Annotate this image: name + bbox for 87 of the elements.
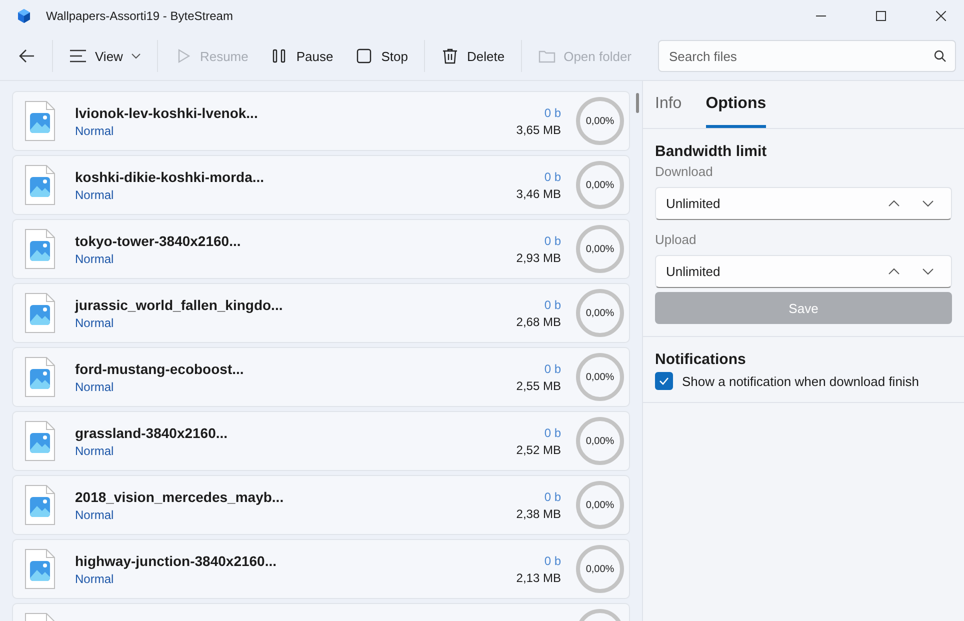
- number-spinner[interactable]: Unlimited: [655, 255, 952, 288]
- chevron-up-icon: [888, 268, 900, 275]
- download-card[interactable]: grassland-3840x2160... Normal 0 b 2,52 MB 0,00%: [12, 411, 630, 471]
- toolbar-button[interactable]: Pause: [260, 38, 344, 74]
- file-name: koshki-dikie-koshki-morda...: [75, 168, 266, 184]
- file-name: jurassic_world_fallen_kingdo...: [75, 296, 284, 312]
- download-card[interactable]: ford-mustang-ecoboost... Normal 0 b 2,55 MB 0,00%: [12, 347, 630, 407]
- downloaded-size: 0 b: [544, 170, 561, 184]
- download-card[interactable]: 2018_vision_mercedes_mayb... Normal 0 b 2,38 MB 0,00%: [12, 475, 630, 535]
- downloaded-size: 0 b: [544, 490, 561, 504]
- file-size: 2,68 MB: [516, 314, 561, 328]
- image-file-icon: [25, 357, 55, 397]
- image-file-icon: [25, 229, 55, 269]
- download-card[interactable]: jurassic_world_fallen_kingdo... Normal 0 b 2,68 MB 0,00%: [12, 283, 630, 343]
- downloaded-size: 0 b: [544, 106, 561, 120]
- caret-icon: [130, 53, 141, 59]
- progress-percent: 0,00%: [586, 308, 614, 318]
- number-spinner[interactable]: Unlimited: [655, 187, 952, 220]
- toolbar-button[interactable]: Stop: [345, 38, 418, 74]
- priority-label: Normal: [75, 252, 115, 266]
- back-arrow-icon: [18, 47, 36, 65]
- checkbox[interactable]: [655, 372, 673, 390]
- image-file-icon: [25, 101, 55, 141]
- downloaded-size: 0 b: [544, 554, 561, 568]
- priority-label: Normal: [75, 572, 115, 586]
- file-name: grassland-3840x2160...: [75, 424, 229, 440]
- file-size: 3,46 MB: [516, 186, 561, 200]
- priority-label: Normal: [75, 508, 115, 522]
- file-size: 2,93 MB: [516, 250, 561, 264]
- progress-percent: 0,00%: [586, 372, 614, 382]
- priority-label: Normal: [75, 380, 115, 394]
- progress-percent: 0,00%: [586, 500, 614, 510]
- file-size: 3,65 MB: [516, 122, 561, 136]
- image-file-icon: [25, 485, 55, 525]
- close-icon: [936, 11, 946, 21]
- chevron-down-icon: [922, 268, 934, 275]
- image-file-icon: [25, 549, 55, 589]
- search-icon: [934, 50, 946, 62]
- maximize-icon: [876, 11, 886, 21]
- progress-percent: 0,00%: [586, 244, 614, 254]
- progress-percent: 0,00%: [586, 436, 614, 446]
- downloaded-size: 0 b: [544, 362, 561, 376]
- toolbar-button[interactable]: Delete: [431, 38, 515, 74]
- downloaded-size: 0 b: [544, 426, 561, 440]
- window-title: Wallpapers-Assorti19 - ByteStream: [46, 9, 234, 23]
- file-name: highway-junction-3840x2160...: [75, 552, 278, 568]
- progress-percent: 0,00%: [586, 116, 614, 126]
- section-heading: Notifications: [655, 351, 747, 368]
- file-name: lvionok-lev-koshki-lvenok...: [75, 104, 259, 120]
- cube-app-icon: [16, 8, 32, 24]
- panel-tab[interactable]: Options: [706, 95, 766, 128]
- priority-label: Normal: [75, 188, 115, 202]
- download-card[interactable]: tokyo-tower-3840x2160... Normal 0 b 2,93 MB 0,00%: [12, 219, 630, 279]
- file-name: ford-mustang-ecoboost...: [75, 360, 245, 376]
- priority-label: Normal: [75, 444, 115, 458]
- search-field[interactable]: Search files: [658, 40, 956, 72]
- download-card[interactable]: lvionok-lev-koshki-lvenok... Normal 0 b 3,65 MB 0,00%: [12, 91, 630, 151]
- trash-icon: [441, 47, 459, 65]
- view-menu-button[interactable]: View: [59, 38, 151, 74]
- download-card[interactable]: highway-junction-3840x2160... Normal 0 b 2,13 MB 0,00%: [12, 539, 630, 599]
- progress-percent: 0,00%: [586, 180, 614, 190]
- image-file-icon: [25, 421, 55, 461]
- field-label: Download: [655, 164, 714, 179]
- menu-icon: [69, 49, 87, 63]
- file-size: 2,38 MB: [516, 506, 561, 520]
- stop-icon: [355, 47, 374, 65]
- progress-percent: 0,00%: [586, 564, 614, 574]
- section-heading: Bandwidth limit: [655, 143, 768, 160]
- checkmark-icon: [659, 377, 669, 385]
- priority-label: Normal: [75, 316, 115, 330]
- file-name: tokyo-tower-3840x2160...: [75, 232, 242, 248]
- chevron-up-icon: [888, 200, 900, 207]
- downloaded-size: 0 b: [544, 298, 561, 312]
- downloaded-size: 0 b: [544, 234, 561, 248]
- field-label: Upload: [655, 232, 698, 247]
- download-card[interactable]: koshki-dikie-koshki-morda... Normal 0 b 3,46 MB 0,00%: [12, 155, 630, 215]
- scrollbar-thumb[interactable]: [636, 93, 639, 113]
- file-size: 2,52 MB: [516, 442, 561, 456]
- file-size: 2,13 MB: [516, 570, 561, 584]
- image-file-icon: [25, 165, 55, 205]
- file-name: 2018_vision_mercedes_mayb...: [75, 488, 285, 504]
- chevron-down-icon: [922, 200, 934, 207]
- priority-label: Normal: [75, 124, 115, 138]
- file-size: 2,55 MB: [516, 378, 561, 392]
- checkbox-label: Show a notification when download finish: [682, 374, 920, 388]
- panel-tab[interactable]: Info: [655, 95, 682, 128]
- image-file-icon: [25, 293, 55, 333]
